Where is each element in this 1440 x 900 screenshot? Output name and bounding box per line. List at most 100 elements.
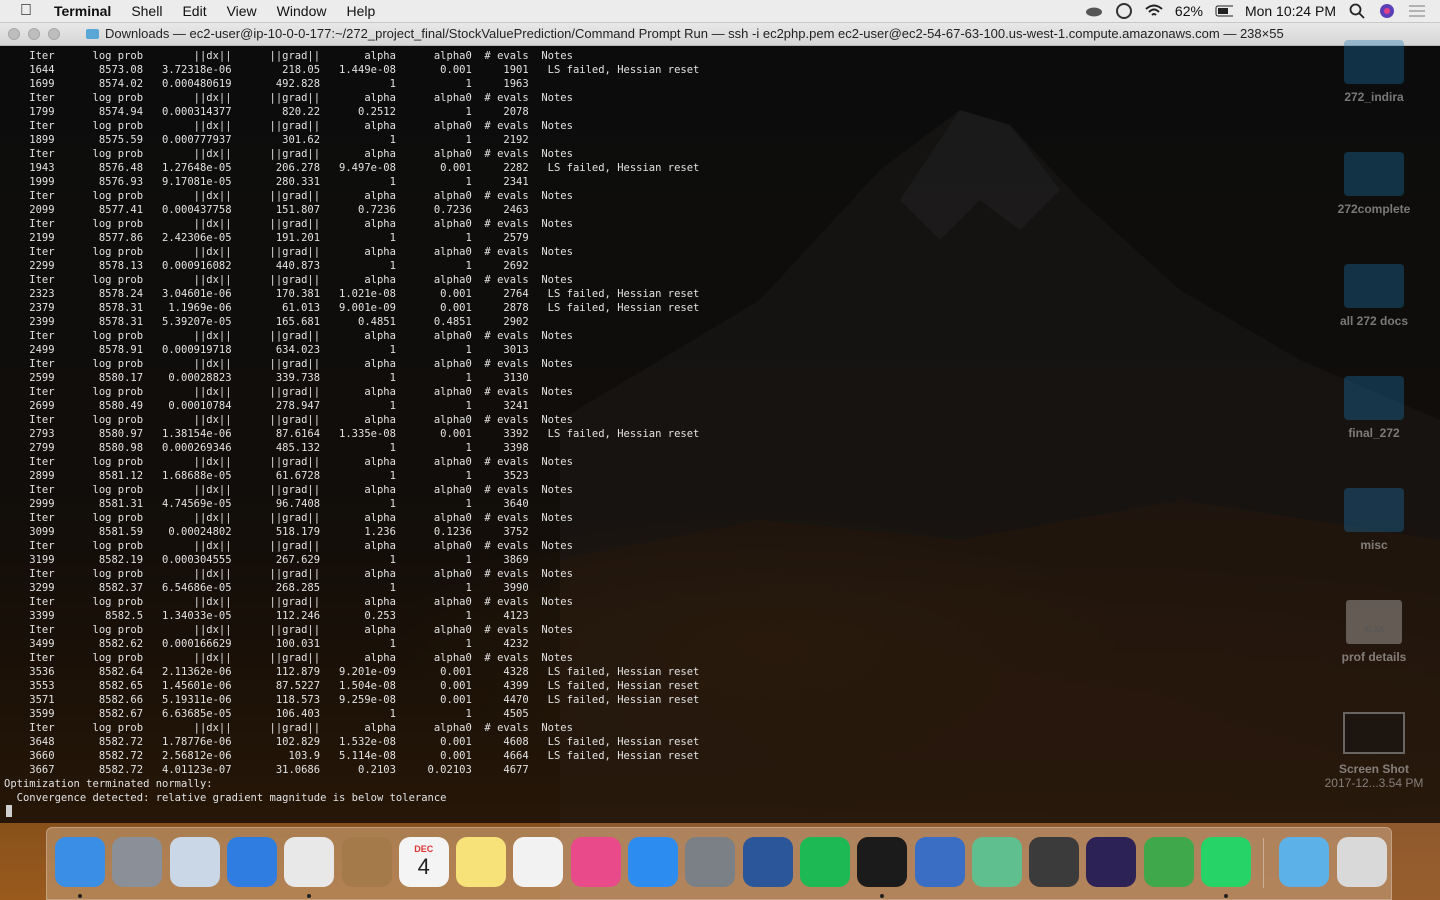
sourcetree-icon[interactable] <box>1143 837 1194 887</box>
dock: DEC 4 <box>46 827 1392 900</box>
terminal-line: 3299 8582.37 6.54686e-05 268.285 1 1 399… <box>4 582 529 594</box>
menu-view[interactable]: View <box>227 3 257 19</box>
terminal-line: 1999 8576.93 9.17081e-05 280.331 1 1 234… <box>4 176 529 188</box>
launchpad-icon[interactable] <box>112 837 163 887</box>
terminal-line: 3536 8582.64 2.11362e-06 112.879 9.201e-… <box>4 666 700 678</box>
terminal-line: 2799 8580.98 0.000269346 485.132 1 1 339… <box>4 442 529 454</box>
terminal-line: Iter log prob ||dx|| ||grad|| alpha alph… <box>4 540 573 552</box>
desktop-icon-272-indira[interactable]: 272_indira <box>1318 40 1430 104</box>
app-store-icon[interactable] <box>628 837 678 887</box>
terminal-line: 3399 8582.5 1.34033e-05 112.246 0.253 1 … <box>4 610 529 622</box>
sublime-icon[interactable] <box>1029 837 1080 887</box>
close-window-button[interactable] <box>8 28 20 40</box>
desktop-icon-prof-details[interactable]: XLSX prof details <box>1318 600 1430 664</box>
terminal-line: Iter log prob ||dx|| ||grad|| alpha alph… <box>4 484 573 496</box>
menu-app-name[interactable]: Terminal <box>54 3 111 19</box>
terminal-prompt-line[interactable] <box>4 805 1440 819</box>
folder-icon <box>86 29 99 39</box>
siri-icon[interactable] <box>1378 4 1396 18</box>
running-indicator <box>880 894 885 898</box>
desktop-icon-final-272[interactable]: final_272 <box>1318 376 1430 440</box>
minimize-window-button[interactable] <box>28 28 40 40</box>
desktop-icon-sublabel: 2017-12...3.54 PM <box>1324 776 1424 790</box>
desktop-icon-screen-shot[interactable]: Screen Shot 2017-12...3.54 PM <box>1318 712 1430 790</box>
terminal-output[interactable]: Iter log prob ||dx|| ||grad|| alpha alph… <box>0 46 1440 819</box>
desktop-icon-all-272-docs[interactable]: all 272 docs <box>1318 264 1430 328</box>
menu-shell[interactable]: Shell <box>131 3 162 19</box>
calendar-month: DEC <box>414 844 434 854</box>
terminal-line: 3499 8582.62 0.000166629 100.031 1 1 423… <box>4 638 529 650</box>
terminal-icon[interactable] <box>857 837 908 887</box>
calendar-icon[interactable]: DEC 4 <box>398 837 449 887</box>
terminal-line: Iter log prob ||dx|| ||grad|| alpha alph… <box>4 246 573 258</box>
downloads-folder-icon[interactable] <box>1279 837 1329 887</box>
wifi-icon[interactable] <box>1145 4 1163 18</box>
terminal-window[interactable]: Downloads — ec2-user@ip-10-0-0-177:~/272… <box>0 23 1440 823</box>
desktop-icon-label: Screen Shot <box>1338 762 1410 776</box>
word-icon[interactable] <box>742 837 793 887</box>
terminal-line: 2323 8578.24 3.04601e-06 170.381 1.021e-… <box>4 288 700 300</box>
terminal-line: Iter log prob ||dx|| ||grad|| alpha alph… <box>4 218 573 230</box>
terminal-line: Iter log prob ||dx|| ||grad|| alpha alph… <box>4 386 573 398</box>
finder-icon[interactable] <box>55 837 105 887</box>
terminal-line: 2793 8580.97 1.38154e-06 87.6164 1.335e-… <box>4 428 700 440</box>
terminal-line: Iter log prob ||dx|| ||grad|| alpha alph… <box>4 512 573 524</box>
terminal-line: 2999 8581.31 4.74569e-05 96.7408 1 1 364… <box>4 498 529 510</box>
terminal-line: 3099 8581.59 0.00024802 518.179 1.236 0.… <box>4 526 529 538</box>
terminal-line: Iter log prob ||dx|| ||grad|| alpha alph… <box>4 330 573 342</box>
folder-icon <box>1344 264 1404 308</box>
terminal-line: Convergence detected: relative gradient … <box>4 792 447 804</box>
notification-center-icon[interactable] <box>1408 4 1426 18</box>
terminal-line: 2899 8581.12 1.68688e-05 61.6728 1 1 352… <box>4 470 529 482</box>
terminal-line: 3571 8582.66 5.19311e-06 118.573 9.259e-… <box>4 694 700 706</box>
terminal-line: 1799 8574.94 0.000314377 820.22 0.2512 1… <box>4 106 529 118</box>
folder-icon <box>1344 40 1404 84</box>
terminal-line: 3648 8582.72 1.78776e-06 102.829 1.532e-… <box>4 736 700 748</box>
chrome-icon[interactable] <box>284 837 335 887</box>
desktop-icon-label: all 272 docs <box>1339 314 1409 328</box>
folder-icon <box>1344 376 1404 420</box>
menu-edit[interactable]: Edit <box>182 3 206 19</box>
photos-icon[interactable] <box>513 837 564 887</box>
desktop-icon-label: misc <box>1360 538 1388 552</box>
contacts-icon[interactable] <box>341 837 392 887</box>
virtualbox-icon[interactable] <box>914 837 965 887</box>
trash-icon[interactable] <box>1337 837 1387 887</box>
terminal-line: 2299 8578.13 0.000916082 440.873 1 1 269… <box>4 260 529 272</box>
desktop-icon-misc[interactable]: misc <box>1318 488 1430 552</box>
safari-icon[interactable] <box>226 837 277 887</box>
dock-separator <box>1263 838 1264 888</box>
eclipse-icon[interactable] <box>1086 837 1137 887</box>
itunes-icon[interactable] <box>570 837 621 887</box>
creative-cloud-icon[interactable] <box>1115 3 1133 19</box>
folder-icon <box>1344 488 1404 532</box>
spotlight-search-icon[interactable] <box>1348 3 1366 19</box>
system-preferences-icon[interactable] <box>685 837 736 887</box>
atom-icon[interactable] <box>971 837 1022 887</box>
terminal-line: 3660 8582.72 2.56812e-06 103.9 5.114e-08… <box>4 750 700 762</box>
terminal-line: 2099 8577.41 0.000437758 151.807 0.7236 … <box>4 204 529 216</box>
desktop-icon-label: final_272 <box>1348 426 1400 440</box>
terminal-line: Iter log prob ||dx|| ||grad|| alpha alph… <box>4 456 573 468</box>
terminal-title-bar[interactable]: Downloads — ec2-user@ip-10-0-0-177:~/272… <box>0 23 1440 46</box>
screenshot-file-icon <box>1343 712 1405 754</box>
notes-icon[interactable] <box>456 837 507 887</box>
calendar-day: 4 <box>417 854 430 879</box>
battery-icon[interactable] <box>1215 4 1233 18</box>
zoom-window-button[interactable] <box>48 28 60 40</box>
whatsapp-icon[interactable] <box>1201 837 1251 887</box>
spreadsheet-file-icon: XLSX <box>1346 600 1402 644</box>
terminal-line: 2499 8578.91 0.000919718 634.023 1 1 301… <box>4 344 529 356</box>
menu-help[interactable]: Help <box>346 3 375 19</box>
menu-clock[interactable]: Mon 10:24 PM <box>1245 3 1336 19</box>
apple-icon[interactable]:  <box>20 2 38 20</box>
mail-icon[interactable] <box>169 837 220 887</box>
spotify-icon[interactable] <box>799 837 850 887</box>
menu-window[interactable]: Window <box>277 3 327 19</box>
terminal-line: Iter log prob ||dx|| ||grad|| alpha alph… <box>4 358 573 370</box>
cloud-icon[interactable] <box>1085 4 1103 18</box>
desktop-icon-272complete[interactable]: 272complete <box>1318 152 1430 216</box>
terminal-line: Optimization terminated normally: <box>4 778 213 790</box>
terminal-line: Iter log prob ||dx|| ||grad|| alpha alph… <box>4 120 573 132</box>
terminal-cursor <box>6 805 12 817</box>
